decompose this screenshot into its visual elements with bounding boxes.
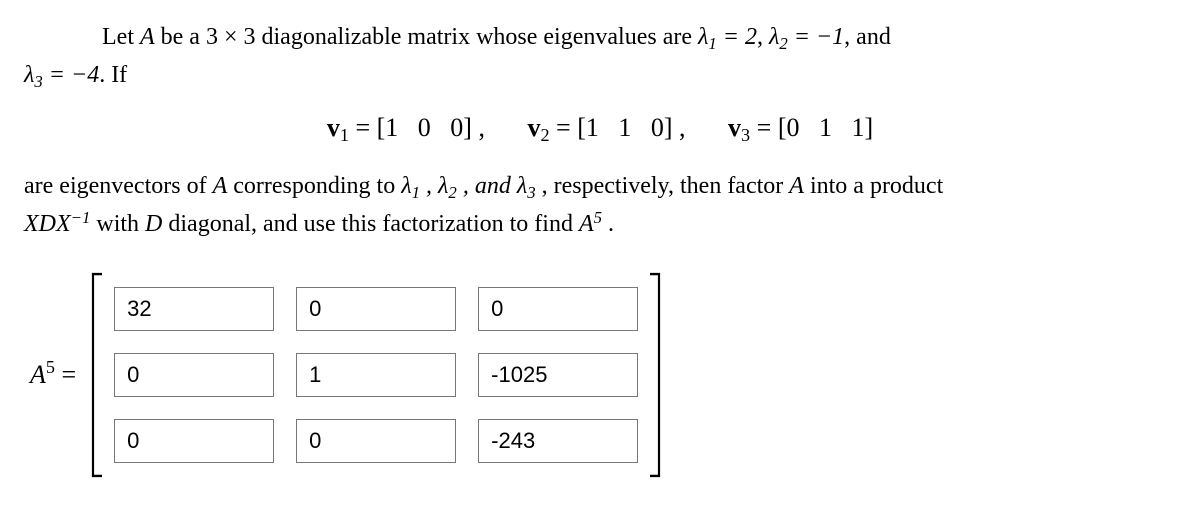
matrix-cell-1-2[interactable]: -1025 <box>478 353 638 397</box>
matrix-cell-2-0[interactable]: 0 <box>114 419 274 463</box>
problem-statement-line1: Let A be a 3 × 3 diagonalizable matrix w… <box>24 18 1176 95</box>
text: with <box>96 211 145 237</box>
text: are eigenvectors of <box>24 173 213 199</box>
matrix-cell-2-1[interactable]: 0 <box>296 419 456 463</box>
matrix-cell-0-0[interactable]: 32 <box>114 287 274 331</box>
lambda3: λ3 = −4 <box>24 62 99 88</box>
matrix-A: A <box>789 173 804 199</box>
answer-matrix: 32 0 0 0 1 -1025 0 0 -243 <box>90 272 662 478</box>
matrix-cell-0-2[interactable]: 0 <box>478 287 638 331</box>
text: corresponding to <box>233 173 401 199</box>
ev-list: λ1 , λ2 , and λ3 <box>401 173 535 199</box>
matrix-A: A <box>213 173 228 199</box>
period: . <box>608 211 614 237</box>
lambda1: λ1 = 2 <box>698 24 757 50</box>
matrix-cell-0-1[interactable]: 0 <box>296 287 456 331</box>
comma: , <box>757 24 769 50</box>
text: , respectively, then factor <box>542 173 790 199</box>
left-bracket-icon <box>90 272 104 478</box>
eigenvector-definitions: v1 = [1 0 0] , v2 = [1 1 0] , v3 = [0 1 … <box>24 113 1176 143</box>
right-bracket-icon <box>648 272 662 478</box>
and: , and <box>844 24 891 50</box>
text: diagonal, and use this factorization to … <box>168 211 579 237</box>
matrix-cell-2-2[interactable]: -243 <box>478 419 638 463</box>
answer-area: A5 = 32 0 0 0 1 -1025 0 0 -243 <box>24 272 1176 478</box>
target: A5 <box>579 211 602 237</box>
if: . If <box>99 62 127 88</box>
matrix-A: A <box>140 24 155 50</box>
matrix-cell-1-0[interactable]: 0 <box>114 353 274 397</box>
matrix-cell-1-1[interactable]: 1 <box>296 353 456 397</box>
text: Let <box>102 24 140 50</box>
text: be a 3 × 3 diagonalizable matrix whose e… <box>161 24 698 50</box>
lambda2: λ2 = −1 <box>769 24 844 50</box>
D: D <box>145 211 162 237</box>
factorization: XDX−1 <box>24 211 90 237</box>
problem-statement-line2: are eigenvectors of A corresponding to λ… <box>24 167 1176 244</box>
text: into a product <box>810 173 943 199</box>
answer-lhs: A5 = <box>30 360 76 390</box>
